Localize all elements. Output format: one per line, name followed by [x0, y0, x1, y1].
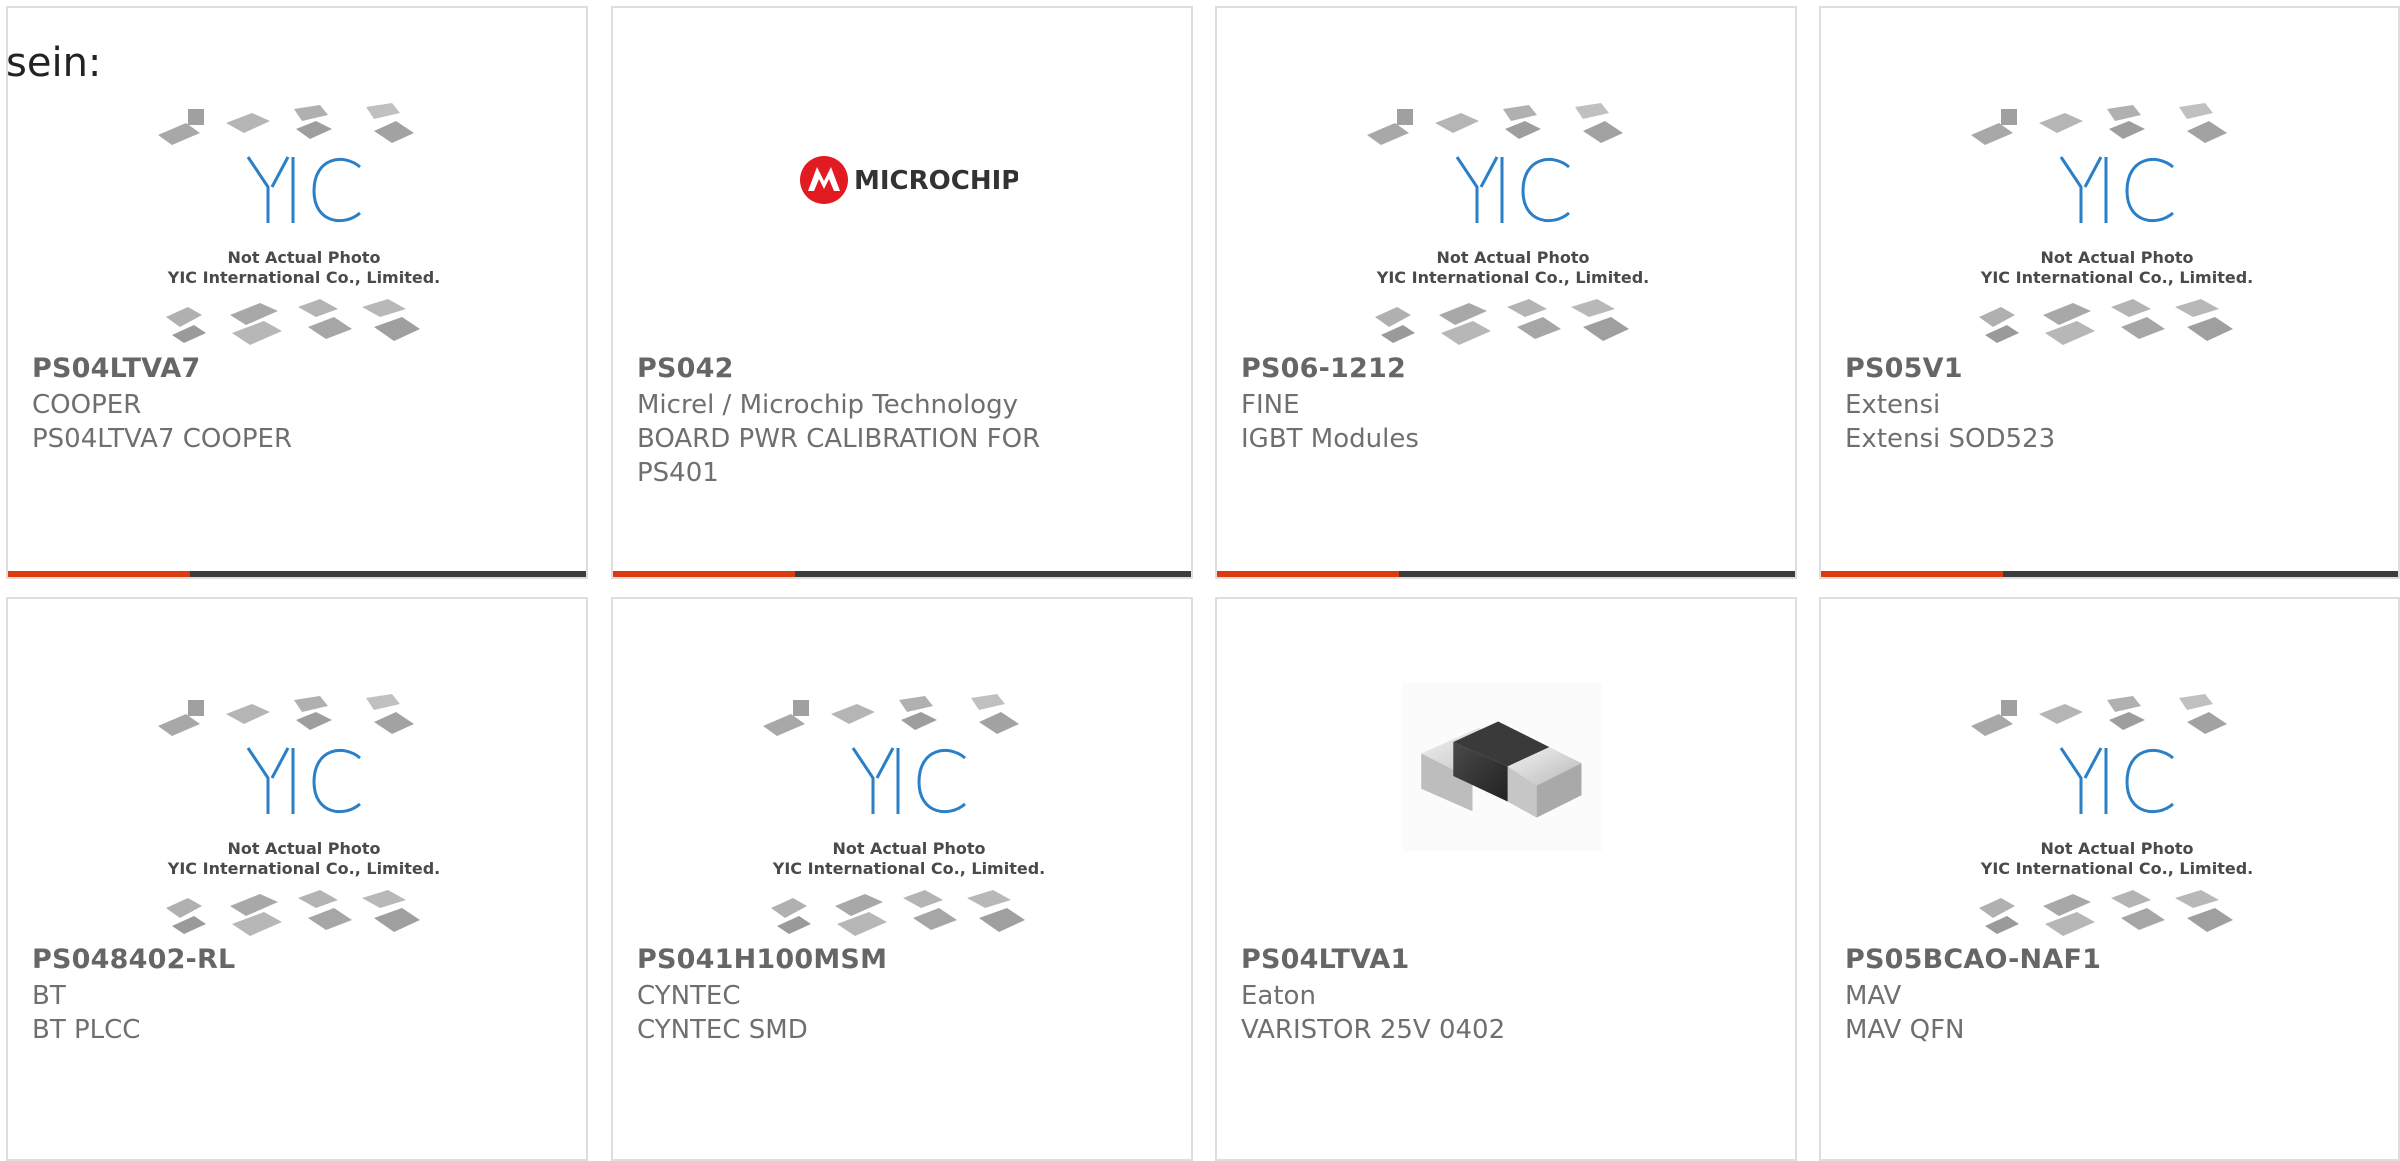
not-actual-photo-image [1969, 692, 2255, 938]
manufacturer: COOPER [32, 390, 142, 420]
product-card[interactable]: MICROCHIP PS042 Micrel / Microchip Techn… [611, 6, 1193, 579]
chip-component-image [1402, 683, 1602, 851]
manufacturer: Extensi [1845, 390, 1941, 420]
manufacturer: Eaton [1241, 981, 1316, 1011]
not-actual-photo-image [156, 692, 442, 938]
product-card[interactable]: PS041H100MSM CYNTEC CYNTEC SMD [611, 597, 1193, 1161]
card-accent-bar [1821, 571, 2003, 577]
not-actual-photo-image [761, 692, 1047, 938]
manufacturer: MAV [1845, 981, 1902, 1011]
part-number[interactable]: PS05V1 [1845, 353, 1963, 384]
product-card[interactable]: PS05BCAO-NAF1 MAV MAV QFN [1819, 597, 2400, 1161]
manufacturer: FINE [1241, 390, 1300, 420]
description: MAV QFN [1845, 1015, 1965, 1045]
card-accent-bar [1217, 571, 1399, 577]
lead-text: sein: [6, 40, 102, 86]
not-actual-photo-image [1969, 101, 2255, 347]
part-number[interactable]: PS048402-RL [32, 944, 235, 975]
part-number[interactable]: PS041H100MSM [637, 944, 887, 975]
not-actual-photo-image [156, 101, 442, 347]
part-number[interactable]: PS042 [637, 353, 734, 384]
not-actual-photo-image [1365, 101, 1651, 347]
microchip-logo-image: MICROCHIP [800, 156, 1018, 204]
part-number[interactable]: PS04LTVA7 [32, 353, 201, 384]
description: Extensi SOD523 [1845, 424, 2056, 454]
manufacturer: Micrel / Microchip Technology [637, 390, 1018, 420]
description: CYNTEC SMD [637, 1015, 808, 1045]
product-card[interactable]: PS06-1212 FINE IGBT Modules [1215, 6, 1797, 579]
card-accent-bar [613, 571, 795, 577]
description: VARISTOR 25V 0402 [1241, 1015, 1506, 1045]
product-card[interactable]: PS05V1 Extensi Extensi SOD523 [1819, 6, 2400, 579]
part-number[interactable]: PS06-1212 [1241, 353, 1406, 384]
part-number[interactable]: PS05BCAO-NAF1 [1845, 944, 2101, 975]
description: PS04LTVA7 COOPER [32, 424, 293, 454]
product-card[interactable]: PS04LTVA1 Eaton VARISTOR 25V 0402 [1215, 597, 1797, 1161]
description: IGBT Modules [1241, 424, 1419, 454]
description: BT PLCC [32, 1015, 141, 1045]
description: BOARD PWR CALIBRATION FOR PS401 [637, 424, 1041, 488]
manufacturer: BT [32, 981, 66, 1011]
manufacturer: CYNTEC [637, 981, 741, 1011]
product-card[interactable]: PS048402-RL BT BT PLCC [6, 597, 588, 1161]
product-card[interactable]: PS04LTVA7 COOPER PS04LTVA7 COOPER [6, 6, 588, 579]
microchip-logo-text: MICROCHIP [854, 166, 1018, 196]
card-accent-bar [8, 571, 190, 577]
part-number[interactable]: PS04LTVA1 [1241, 944, 1410, 975]
